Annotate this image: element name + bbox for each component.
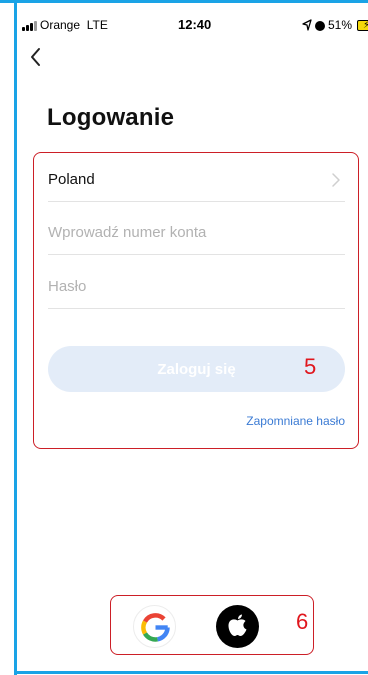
forgot-password-link[interactable]: Zapomniane hasło [246, 414, 345, 428]
status-bar: Orange LTE 12:40 51% ⚡ [20, 17, 368, 34]
login-screen: Orange LTE 12:40 51% ⚡ Logowanie Poland [0, 0, 368, 675]
annotation-number-5: 5 [304, 354, 317, 379]
clock: 12:40 [178, 17, 212, 32]
google-login-button[interactable] [133, 605, 176, 648]
carrier-label: Orange LTE [40, 18, 108, 32]
battery-percent: 51% [328, 18, 353, 32]
google-icon [141, 613, 170, 642]
account-number-input[interactable] [48, 224, 345, 241]
alarm-icon [315, 21, 325, 31]
frame-edge-left [14, 0, 17, 675]
battery-icon: ⚡ [357, 19, 368, 31]
frame-edge-bottom [14, 671, 368, 674]
frame-edge-top [0, 0, 368, 3]
country-value: Poland [48, 171, 95, 188]
network-type: LTE [86, 18, 108, 32]
signal-icon [22, 21, 38, 31]
location-arrow-icon [302, 19, 312, 31]
apple-login-button[interactable] [216, 605, 259, 648]
annotation-number-6: 6 [296, 609, 309, 634]
login-button[interactable]: Zaloguj się [48, 346, 345, 392]
status-right: 51% ⚡ [302, 18, 368, 32]
password-row [48, 265, 345, 309]
chevron-right-icon [332, 173, 340, 187]
country-selector[interactable]: Poland [48, 158, 345, 202]
charging-bolt-icon: ⚡ [363, 19, 368, 31]
carrier-name: Orange [40, 18, 81, 32]
password-input[interactable] [48, 278, 345, 295]
apple-icon [228, 614, 247, 636]
page-title: Logowanie [47, 104, 175, 131]
account-row [48, 211, 345, 255]
chevron-left-icon[interactable] [28, 46, 46, 68]
